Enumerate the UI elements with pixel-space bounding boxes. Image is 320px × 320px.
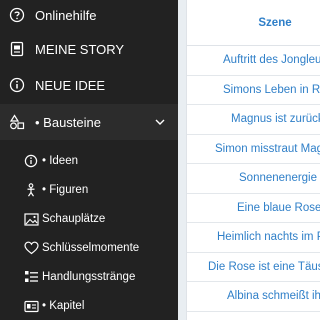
scene-link[interactable]: Auftritt des Jongleurs [223, 54, 320, 66]
sidebar-item-label: MEINE STORY [35, 41, 125, 57]
sidebar-item-label: NEUE IDEE [35, 77, 106, 93]
table-row: Sonnenenergie [187, 164, 320, 194]
table-row: Magnus ist zurück [187, 105, 320, 135]
shapes-icon [9, 114, 25, 130]
sidebar-item-neue-idee[interactable]: NEUE IDEE [0, 67, 178, 103]
info-circle-icon [23, 153, 39, 169]
table-row: Albina schmeißt ihn raus [187, 282, 320, 312]
info-circle-icon [9, 77, 25, 93]
sidebar-subitem-label: • Kapitel [42, 300, 85, 312]
scene-link[interactable]: Sonnenenergie [239, 172, 317, 184]
scene-link[interactable]: Albina schmeißt ihn raus [227, 290, 320, 302]
sidebar-subitem-ideen[interactable]: • Ideen [0, 147, 178, 175]
sidebar-subitem-label: • Figuren [42, 184, 89, 196]
sidebar-divider [178, 0, 186, 320]
sidebar-subitem-schluesselmomente[interactable]: Schlüsselmomente [0, 234, 178, 262]
sidebar-item-label: • Bausteine [35, 114, 101, 130]
scene-link[interactable]: Magnus ist zurück [231, 113, 320, 125]
sidebar-subitem-schauplaetze[interactable]: Schauplätze [0, 205, 178, 233]
chevron-down-icon[interactable] [154, 116, 166, 128]
sidebar-subitem-label: • Ideen [42, 155, 78, 167]
sidebar-subitem-handlungsstraenge[interactable]: Handlungsstränge [0, 263, 178, 291]
sidebar-subitem-label: Schlüsselmomente [42, 242, 140, 254]
help-circle-icon [9, 7, 25, 23]
table-row: Die Rose ist eine Täuschung [187, 253, 320, 282]
sidebar-item-onlinehilfe[interactable]: Onlinehilfe [0, 0, 178, 33]
id-card-icon [23, 298, 39, 314]
heart-icon [23, 240, 39, 256]
sidebar-item-bausteine[interactable]: • Bausteine [0, 104, 178, 140]
scene-link[interactable]: Heimlich nachts im Park [217, 231, 320, 243]
scene-link[interactable]: Simons Leben in Rom [223, 84, 320, 96]
table-header-szene[interactable]: Szene [187, 0, 320, 46]
table-row: Heimlich nachts im Park [187, 223, 320, 253]
sidebar-item-meine-story[interactable]: MEINE STORY [0, 31, 178, 67]
sidebar-subitem-figuren[interactable]: • Figuren [0, 176, 178, 204]
list-icon [23, 269, 39, 285]
scene-link[interactable]: Eine blaue Rose [237, 202, 320, 214]
story-book-icon [9, 41, 25, 57]
sidebar-subitem-kapitel[interactable]: • Kapitel [0, 292, 178, 320]
table-row: Simon misstraut Magnus [187, 135, 320, 164]
image-icon [23, 211, 39, 227]
scene-link[interactable]: Simon misstraut Magnus [215, 143, 320, 155]
app-root: Onlinehilfe MEINE STORY NEUE IDEE • Baus… [0, 0, 320, 320]
sidebar-subitem-label: Schauplätze [42, 213, 106, 225]
table-row: Eine blaue Rose [187, 194, 320, 223]
sidebar-item-label: Onlinehilfe [35, 7, 97, 23]
table-row: Simons Leben in Rom [187, 76, 320, 105]
sidebar-subitem-label: Handlungsstränge [42, 271, 136, 283]
table-row: Auftritt des Jongleurs [187, 46, 320, 76]
figure-icon [23, 182, 39, 198]
sidebar: Onlinehilfe MEINE STORY NEUE IDEE • Baus… [0, 0, 178, 320]
scene-link[interactable]: Die Rose ist eine Täuschung [208, 261, 320, 273]
scene-table: Szene Auftritt des Jongleurs Simons Lebe… [186, 0, 320, 320]
